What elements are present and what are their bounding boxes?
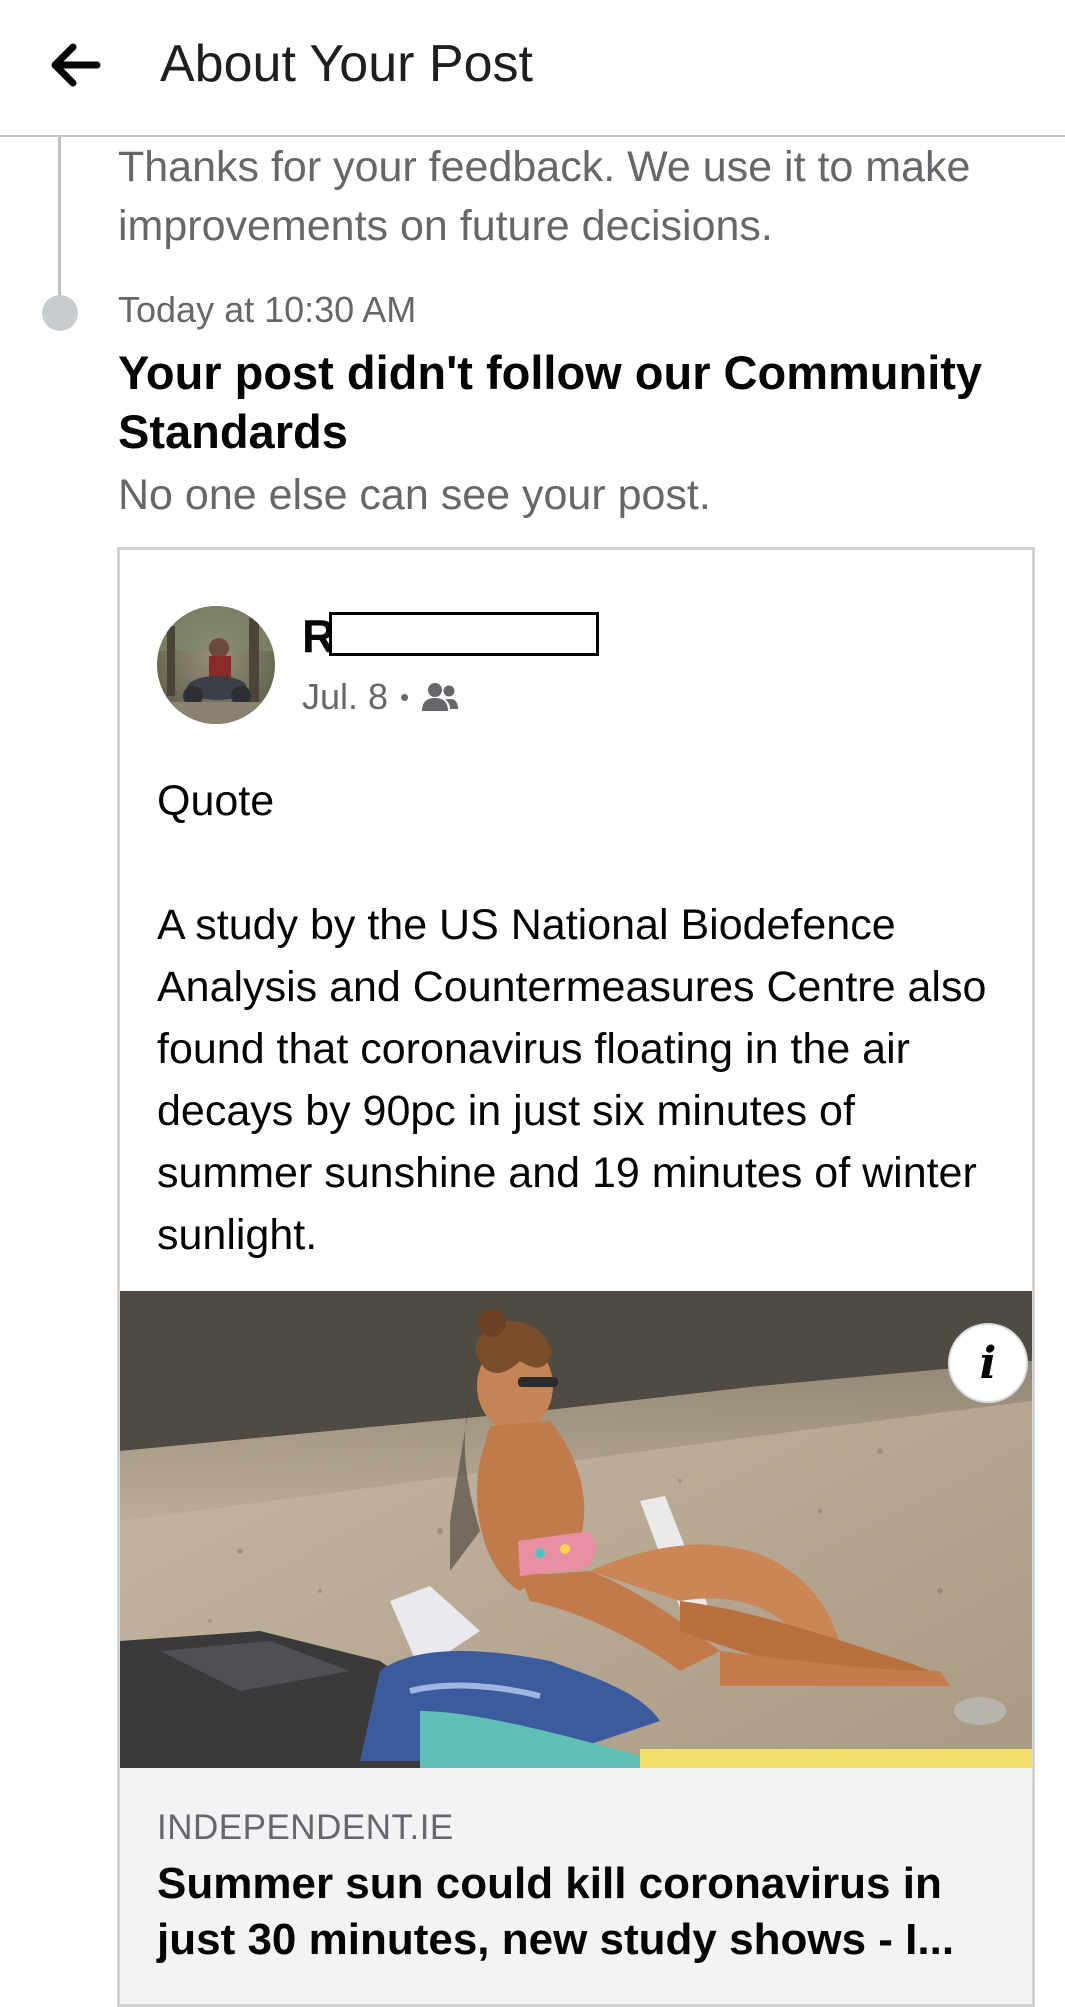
link-preview-footer[interactable]: INDEPENDENT.IE Summer sun could kill cor… [120, 1768, 1032, 2004]
page-title: About Your Post [160, 35, 533, 93]
link-domain: INDEPENDENT.IE [157, 1808, 454, 1847]
post-preview-card: R Jul. 8 • Quote A study by the US Natio… [117, 547, 1035, 2007]
info-button[interactable]: i [948, 1323, 1028, 1403]
feedback-message: Thanks for your feedback. We use it to m… [118, 143, 971, 250]
event-subtitle: No one else can see your post. [118, 471, 711, 519]
timeline-line [58, 137, 61, 307]
back-button[interactable] [40, 30, 110, 100]
meta-separator: • [400, 682, 410, 712]
avatar[interactable] [157, 606, 275, 724]
post-meta: Jul. 8 • [302, 672, 459, 722]
top-bar: About Your Post [0, 0, 1065, 137]
event-title: Your post didn't follow our Community St… [118, 346, 983, 458]
redaction-box [329, 612, 599, 656]
link-title[interactable]: Summer sun could kill coronavirus in jus… [157, 1856, 1017, 1968]
post-date[interactable]: Jul. 8 [302, 672, 388, 722]
friends-icon [422, 683, 459, 711]
arrow-left-icon [51, 43, 101, 87]
timeline-dot [42, 295, 78, 331]
link-preview-image[interactable]: i [120, 1291, 1032, 1768]
post-body-text: Quote A study by the US National Biodefe… [157, 777, 987, 1259]
event-timestamp: Today at 10:30 AM [118, 289, 417, 330]
